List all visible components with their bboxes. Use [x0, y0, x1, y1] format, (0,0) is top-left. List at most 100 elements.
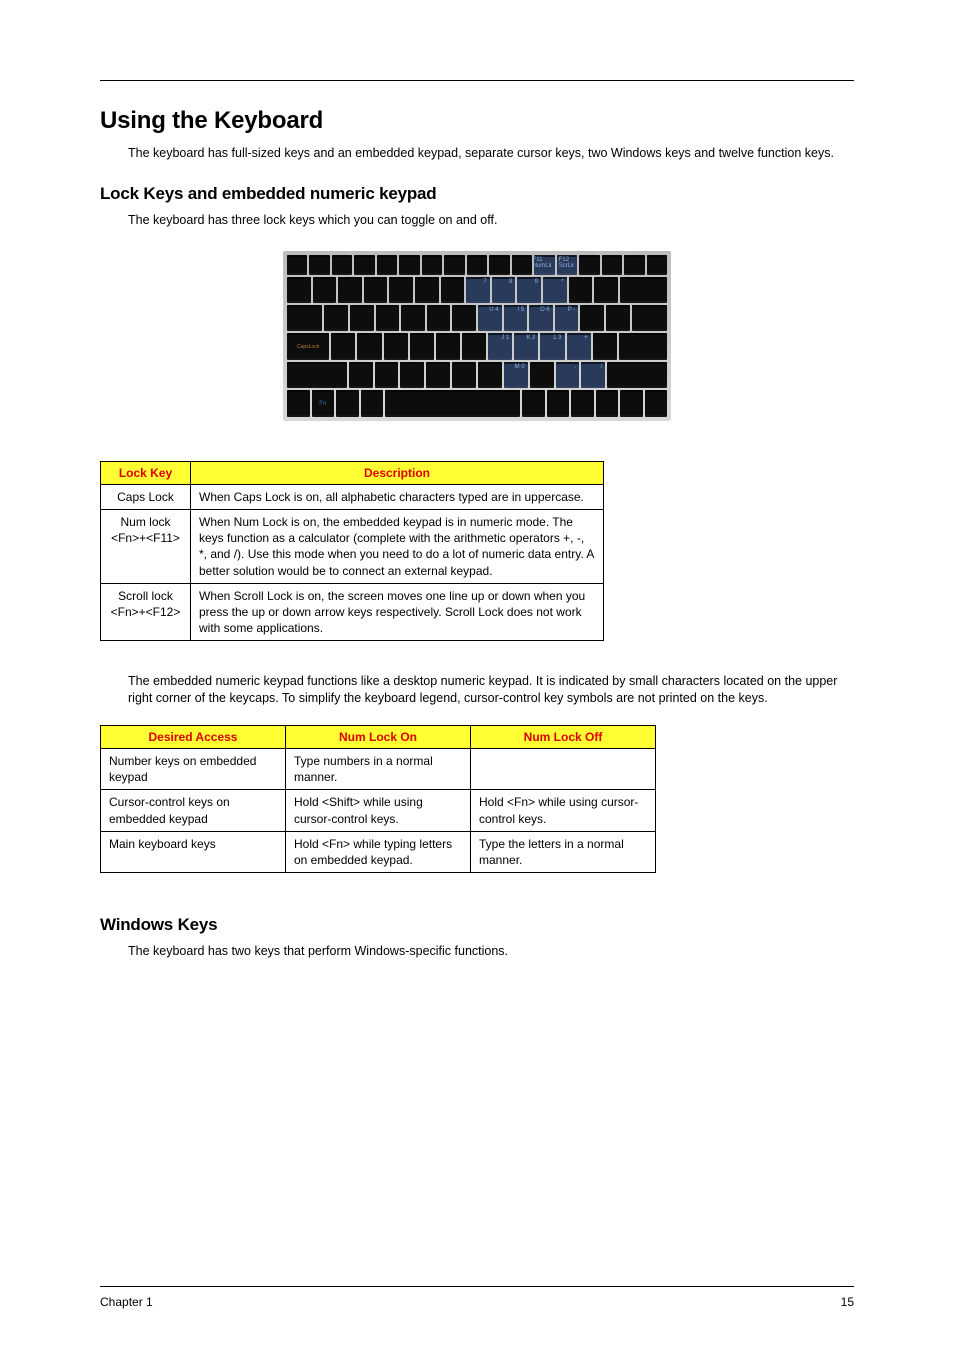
kbd-key-j1 — [488, 333, 512, 359]
kbd-key — [410, 333, 434, 359]
kbd-key — [287, 390, 310, 416]
kbd-key-f12 — [557, 255, 577, 275]
kbd-key — [579, 255, 599, 275]
cell: Type numbers in a normal manner. — [286, 749, 471, 790]
kbd-key — [462, 333, 486, 359]
table-row: Caps Lock When Caps Lock is on, all alph… — [101, 484, 604, 509]
th-description: Description — [191, 461, 604, 484]
kbd-key-9 — [517, 277, 541, 303]
kbd-key — [401, 305, 425, 331]
kbd-key — [569, 277, 593, 303]
cell: Main keyboard keys — [101, 831, 286, 872]
kbd-key-u4 — [478, 305, 502, 331]
kbd-key-k2 — [514, 333, 538, 359]
kbd-key — [309, 255, 329, 275]
kbd-key — [436, 333, 460, 359]
intro-paragraph: The keyboard has full-sized keys and an … — [128, 145, 854, 162]
kbd-key — [399, 255, 419, 275]
kbd-key — [336, 390, 359, 416]
kbd-key-f11 — [534, 255, 554, 275]
windows-keys-intro: The keyboard has two keys that perform W… — [128, 943, 854, 960]
table-row: Main keyboard keys Hold <Fn> while typin… — [101, 831, 656, 872]
keyboard-rows — [287, 255, 667, 417]
kbd-key — [426, 362, 450, 388]
kbd-key — [427, 305, 451, 331]
kbd-key-i5 — [504, 305, 528, 331]
kbd-key — [489, 255, 509, 275]
kbd-key — [444, 255, 464, 275]
kbd-row — [287, 362, 667, 388]
kbd-key — [361, 390, 384, 416]
table-row: Num lock <Fn>+<F11> When Num Lock is on,… — [101, 509, 604, 583]
kbd-key — [350, 305, 374, 331]
kbd-key-pminus — [555, 305, 579, 331]
kbd-key — [324, 305, 348, 331]
cell: Hold <Fn> while using cursor-control key… — [471, 790, 656, 831]
kbd-key — [415, 277, 439, 303]
kbd-key-slash — [581, 362, 605, 388]
kbd-key — [287, 305, 322, 331]
page-footer: Chapter 1 15 — [100, 1286, 854, 1309]
kbd-key — [547, 390, 570, 416]
table-row: Number keys on embedded keypad Type numb… — [101, 749, 656, 790]
kbd-key-capslock — [287, 333, 329, 359]
kbd-key — [606, 305, 630, 331]
kbd-row — [287, 333, 667, 359]
kbd-key — [400, 362, 424, 388]
kbd-key — [389, 277, 413, 303]
kbd-row — [287, 390, 667, 416]
cell-desc: When Num Lock is on, the embedded keypad… — [191, 509, 604, 583]
kbd-key-dot — [556, 362, 580, 388]
cell-key: Caps Lock — [101, 484, 191, 509]
page: Using the Keyboard The keyboard has full… — [0, 0, 954, 1351]
keyboard-illustration — [283, 251, 671, 421]
kbd-key-space — [385, 390, 520, 416]
table-row: Scroll lock <Fn>+<F12> When Scroll Lock … — [101, 583, 604, 641]
kbd-key — [624, 255, 644, 275]
footer-chapter: Chapter 1 — [100, 1295, 153, 1309]
kbd-key — [287, 362, 347, 388]
kbd-key — [354, 255, 374, 275]
kbd-key — [331, 333, 355, 359]
kbd-key — [452, 305, 476, 331]
kbd-key — [620, 277, 667, 303]
kbd-key — [384, 333, 408, 359]
section-windows-keys-heading: Windows Keys — [100, 915, 854, 935]
top-rule — [100, 80, 854, 81]
numlock-table: Desired Access Num Lock On Num Lock Off … — [100, 725, 656, 873]
kbd-key-m0 — [504, 362, 528, 388]
kbd-key — [287, 255, 307, 275]
cell: Hold <Fn> while typing letters on embedd… — [286, 831, 471, 872]
kbd-key — [357, 333, 381, 359]
kbd-key-8 — [492, 277, 516, 303]
kbd-key — [596, 390, 619, 416]
kbd-row — [287, 277, 667, 303]
kbd-key-plus — [567, 333, 591, 359]
page-title: Using the Keyboard — [100, 107, 854, 135]
cell: Hold <Shift> while using cursor-control … — [286, 790, 471, 831]
kbd-key — [620, 390, 643, 416]
kbd-key-l3 — [540, 333, 564, 359]
kbd-key — [607, 362, 667, 388]
kbd-key — [377, 255, 397, 275]
kbd-key — [338, 277, 362, 303]
kbd-key — [647, 255, 667, 275]
kbd-key — [593, 333, 617, 359]
lock-keys-intro: The keyboard has three lock keys which y… — [128, 212, 854, 229]
kbd-key — [530, 362, 554, 388]
section-lock-keys-heading: Lock Keys and embedded numeric keypad — [100, 184, 854, 204]
kbd-key-fn — [312, 390, 335, 416]
embedded-keypad-note: The embedded numeric keypad functions li… — [128, 673, 854, 707]
table-row: Cursor-control keys on embedded keypad H… — [101, 790, 656, 831]
th-numlock-off: Num Lock Off — [471, 726, 656, 749]
kbd-key — [441, 277, 465, 303]
kbd-key — [594, 277, 618, 303]
kbd-key-star — [543, 277, 567, 303]
cell-key: Scroll lock <Fn>+<F12> — [101, 583, 191, 641]
kbd-key — [512, 255, 532, 275]
kbd-key — [375, 362, 399, 388]
kbd-key — [602, 255, 622, 275]
kbd-row — [287, 305, 667, 331]
kbd-row — [287, 255, 667, 275]
cell: Type the letters in a normal manner. — [471, 831, 656, 872]
